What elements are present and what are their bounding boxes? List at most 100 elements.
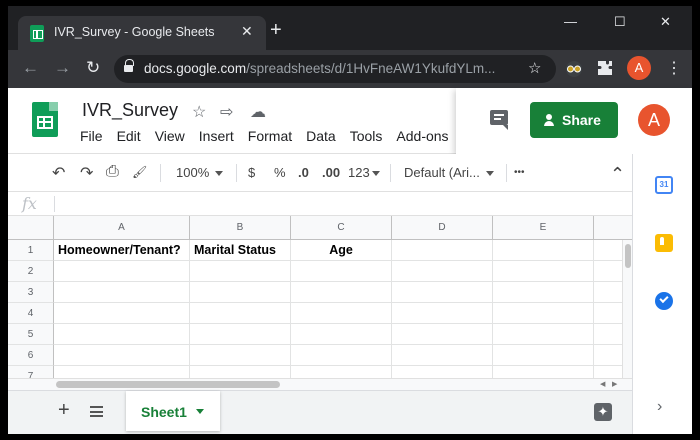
cell-a6[interactable] xyxy=(54,345,190,366)
cell-e6[interactable] xyxy=(493,345,594,366)
column-header-c[interactable]: C xyxy=(291,216,392,240)
cell-e4[interactable] xyxy=(493,303,594,324)
menu-edit[interactable]: Edit xyxy=(117,128,141,144)
address-bar[interactable]: docs.google.com/spreadsheets/d/1HvFneAW1… xyxy=(114,55,556,83)
share-button[interactable]: Share xyxy=(530,102,618,138)
column-header-d[interactable]: D xyxy=(392,216,493,240)
account-avatar[interactable]: A xyxy=(638,104,670,136)
collapse-menus-icon[interactable]: ⌃ xyxy=(610,164,625,185)
decrease-decimal-button[interactable]: .0 xyxy=(298,165,309,180)
print-icon[interactable]: ⎙ xyxy=(106,163,119,181)
forward-button[interactable]: → xyxy=(54,59,71,77)
cell-d4[interactable] xyxy=(392,303,493,324)
cell-d5[interactable] xyxy=(392,324,493,345)
horizontal-scroll-thumb[interactable] xyxy=(56,381,280,388)
cell-a7[interactable] xyxy=(54,366,190,378)
cell-d2[interactable] xyxy=(392,261,493,282)
row-header-5[interactable]: 5 xyxy=(8,324,54,345)
undo-icon[interactable]: ↶ xyxy=(52,163,65,183)
reload-button[interactable]: ↻ xyxy=(86,59,100,77)
all-sheets-menu-icon[interactable] xyxy=(90,406,103,417)
menu-tools[interactable]: Tools xyxy=(350,128,383,144)
star-icon[interactable]: ☆ xyxy=(192,102,206,122)
maximize-button[interactable]: ☐ xyxy=(614,14,626,30)
browser-tab[interactable]: IVR_Survey - Google Sheets ✕ xyxy=(18,16,266,50)
cell-e2[interactable] xyxy=(493,261,594,282)
row-header-7[interactable]: 7 xyxy=(8,366,54,378)
menu-add-ons[interactable]: Add-ons xyxy=(396,128,448,144)
show-side-panel-icon[interactable]: › xyxy=(657,398,662,416)
profile-avatar[interactable]: A xyxy=(627,56,651,80)
formula-input[interactable] xyxy=(62,196,622,212)
paint-format-icon[interactable]: 🖌 xyxy=(132,165,147,179)
cell-a3[interactable] xyxy=(54,282,190,303)
cell-b1[interactable]: Marital Status xyxy=(190,240,291,261)
currency-format-button[interactable]: $ xyxy=(248,165,255,180)
cell-c1[interactable]: Age xyxy=(291,240,392,261)
tasks-icon[interactable] xyxy=(655,292,673,310)
cell-c6[interactable] xyxy=(291,345,392,366)
explore-icon[interactable]: ✦ xyxy=(594,403,612,421)
calendar-icon[interactable]: 31 xyxy=(655,176,673,194)
cell-c3[interactable] xyxy=(291,282,392,303)
row-header-3[interactable]: 3 xyxy=(8,282,54,303)
sheets-logo-icon[interactable] xyxy=(32,102,58,137)
cell-b5[interactable] xyxy=(190,324,291,345)
new-tab-button[interactable]: + xyxy=(270,20,282,40)
cell-a5[interactable] xyxy=(54,324,190,345)
menu-format[interactable]: Format xyxy=(248,128,292,144)
cell-e3[interactable] xyxy=(493,282,594,303)
font-select[interactable]: Default (Ari... xyxy=(404,165,494,180)
cell-e7[interactable] xyxy=(493,366,594,378)
row-header-2[interactable]: 2 xyxy=(8,261,54,282)
more-formats-select[interactable]: 123 xyxy=(348,165,380,180)
back-button[interactable]: ← xyxy=(22,59,39,77)
menu-data[interactable]: Data xyxy=(306,128,336,144)
sheet-tab-sheet1[interactable]: Sheet1 xyxy=(126,391,220,431)
zoom-select[interactable]: 100% xyxy=(176,165,224,180)
keep-icon[interactable] xyxy=(655,234,673,252)
cell-c5[interactable] xyxy=(291,324,392,345)
lock-icon[interactable] xyxy=(124,59,134,73)
tab-close-icon[interactable]: ✕ xyxy=(241,23,253,40)
extension-glasses-icon[interactable] xyxy=(564,60,584,78)
cell-b7[interactable] xyxy=(190,366,291,378)
cell-a1[interactable]: Homeowner/Tenant? xyxy=(54,240,190,261)
comment-history-icon[interactable] xyxy=(490,110,508,130)
select-all-corner[interactable] xyxy=(8,216,54,240)
row-header-6[interactable]: 6 xyxy=(8,345,54,366)
row-header-1[interactable]: 1 xyxy=(8,240,54,261)
cell-b2[interactable] xyxy=(190,261,291,282)
row-header-4[interactable]: 4 xyxy=(8,303,54,324)
cell-b3[interactable] xyxy=(190,282,291,303)
cell-a4[interactable] xyxy=(54,303,190,324)
cell-d6[interactable] xyxy=(392,345,493,366)
horizontal-scrollbar[interactable]: ◀ ▶ xyxy=(8,378,632,390)
cell-d7[interactable] xyxy=(392,366,493,378)
cell-c2[interactable] xyxy=(291,261,392,282)
document-title[interactable]: IVR_Survey xyxy=(82,100,178,121)
scroll-right-arrow-icon[interactable]: ▶ xyxy=(612,380,617,388)
add-sheet-button[interactable]: + xyxy=(58,399,70,422)
cell-a2[interactable] xyxy=(54,261,190,282)
extensions-puzzle-icon[interactable] xyxy=(597,60,613,76)
cell-b4[interactable] xyxy=(190,303,291,324)
column-header-e[interactable]: E xyxy=(493,216,594,240)
cell-e5[interactable] xyxy=(493,324,594,345)
cell-e1[interactable] xyxy=(493,240,594,261)
more-options-icon[interactable]: ••• xyxy=(514,167,525,178)
redo-icon[interactable]: ↷ xyxy=(80,163,93,183)
vertical-scrollbar[interactable] xyxy=(622,240,632,378)
increase-decimal-button[interactable]: .00 xyxy=(322,165,340,180)
cell-d1[interactable] xyxy=(392,240,493,261)
menu-file[interactable]: File xyxy=(80,128,103,144)
bookmark-star-icon[interactable]: ☆ xyxy=(528,59,541,77)
cell-c4[interactable] xyxy=(291,303,392,324)
minimize-button[interactable]: — xyxy=(564,14,577,29)
column-header-a[interactable]: A xyxy=(54,216,190,240)
browser-menu-icon[interactable]: ⋮ xyxy=(666,58,682,78)
cell-b6[interactable] xyxy=(190,345,291,366)
column-header-f[interactable] xyxy=(594,216,632,240)
cell-c7[interactable] xyxy=(291,366,392,378)
cell-d3[interactable] xyxy=(392,282,493,303)
